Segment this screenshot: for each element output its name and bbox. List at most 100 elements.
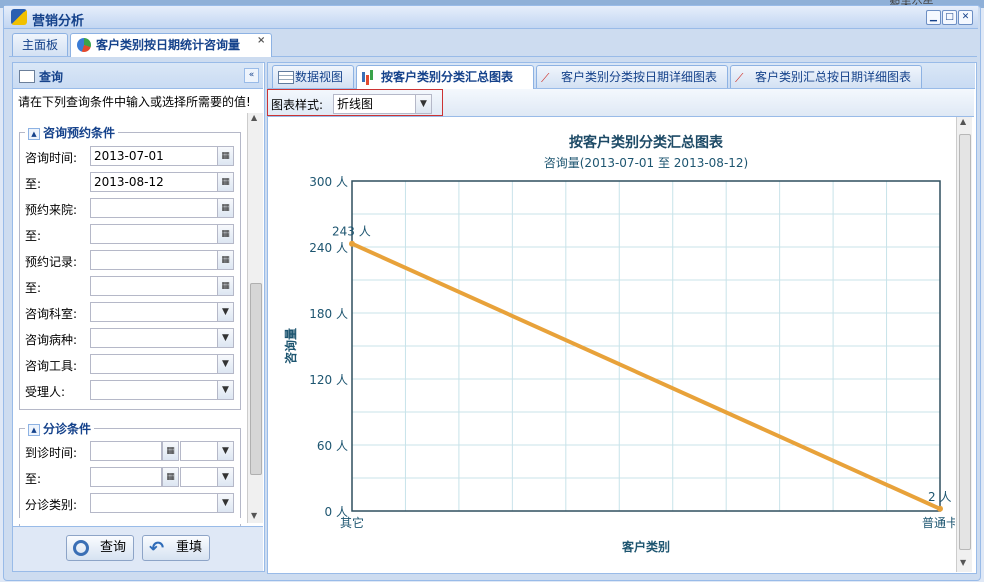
collapse-panel-icon[interactable]: « bbox=[244, 68, 259, 83]
y-axis-label: 咨询量 bbox=[283, 328, 298, 364]
chevron-down-icon[interactable]: ▼ bbox=[217, 467, 234, 487]
calendar-icon[interactable]: ▦ bbox=[217, 198, 234, 218]
date-field[interactable]: 2013-07-01 bbox=[90, 146, 218, 166]
undo-icon: ↶ bbox=[149, 538, 165, 559]
calendar-icon[interactable]: ▦ bbox=[217, 250, 234, 270]
fieldset-legend[interactable]: ▲ 分诊条件 bbox=[25, 420, 95, 437]
chevron-down-icon[interactable]: ▼ bbox=[217, 354, 234, 374]
field-label: 至: bbox=[25, 229, 42, 243]
field-label: 咨询科室: bbox=[25, 307, 78, 321]
arrive-time-date-input[interactable] bbox=[90, 441, 162, 461]
select-field[interactable] bbox=[90, 302, 218, 322]
pie-chart-icon bbox=[77, 38, 91, 52]
select-field[interactable] bbox=[90, 354, 218, 374]
scrollbar-thumb[interactable] bbox=[959, 134, 971, 550]
calendar-icon[interactable]: ▦ bbox=[217, 146, 234, 166]
query-panel-scrollbar[interactable]: ▲ ▼ bbox=[247, 113, 263, 523]
tab-data-view[interactable]: 数据视图 bbox=[272, 65, 354, 88]
calendar-icon[interactable]: ▦ bbox=[162, 467, 179, 487]
field-label: 咨询时间: bbox=[25, 151, 78, 165]
triage-type-select[interactable] bbox=[90, 493, 218, 513]
arrive-time-end-date-input[interactable] bbox=[90, 467, 162, 487]
x-axis-label: 客户类别 bbox=[621, 539, 670, 554]
chart-scrollbar[interactable]: ▲ ▼ bbox=[956, 117, 972, 572]
scroll-down-icon[interactable]: ▼ bbox=[251, 511, 257, 520]
tab-summary-date-detail-chart[interactable]: ⟋ 客户类别汇总按日期详细图表 bbox=[730, 65, 922, 88]
collapse-section-icon[interactable]: ▲ bbox=[28, 423, 40, 436]
scrollbar-thumb[interactable] bbox=[250, 283, 262, 475]
tab-main-panel[interactable]: 主面板 bbox=[12, 33, 68, 56]
field-label: 预约记录: bbox=[25, 255, 78, 269]
form-icon bbox=[19, 70, 35, 83]
y-tick-label: 120 人 bbox=[309, 373, 348, 387]
y-tick-label: 60 人 bbox=[317, 439, 348, 453]
query-button-bar bbox=[13, 526, 263, 571]
data-label: 243 人 bbox=[332, 225, 371, 239]
magnifier-icon bbox=[73, 540, 89, 556]
field-label: 至: bbox=[25, 177, 42, 191]
window-titlebar[interactable] bbox=[4, 6, 978, 29]
chevron-down-icon[interactable]: ▼ bbox=[217, 441, 234, 461]
tab-label: 主面板 bbox=[21, 38, 58, 52]
chevron-down-icon[interactable]: ▼ bbox=[217, 328, 234, 348]
scroll-down-icon[interactable]: ▼ bbox=[960, 558, 966, 567]
highlight-box bbox=[267, 89, 443, 116]
scroll-up-icon[interactable]: ▲ bbox=[960, 117, 966, 126]
triage-type-label: 分诊类别: bbox=[25, 498, 78, 512]
chart-title: 按客户类别分类汇总图表 bbox=[569, 134, 724, 151]
y-tick-label: 300 人 bbox=[309, 175, 348, 189]
collapse-section-icon[interactable]: ▲ bbox=[28, 127, 40, 140]
y-tick-label: 240 人 bbox=[309, 241, 348, 255]
reset-button[interactable]: ↶ 重填 bbox=[142, 535, 210, 561]
field-label: 咨询病种: bbox=[25, 333, 78, 347]
arrive-time-hour-input[interactable] bbox=[180, 441, 218, 461]
fieldset-legend[interactable]: ▲ 咨询预约条件 bbox=[25, 124, 119, 141]
date-field[interactable] bbox=[90, 198, 218, 218]
bar-chart-icon bbox=[362, 72, 365, 82]
field-label: 受理人: bbox=[25, 385, 66, 399]
field-label: 至: bbox=[25, 281, 42, 295]
window-title: 营销分析 bbox=[32, 14, 85, 29]
line-chart: 0 人60 人120 人180 人240 人300 人其它 普通卡243 人2 人… bbox=[269, 117, 955, 572]
maximize-icon[interactable]: □ bbox=[942, 10, 957, 25]
calendar-icon[interactable]: ▦ bbox=[162, 441, 179, 461]
data-point bbox=[349, 240, 355, 247]
tab-close-icon[interactable]: × bbox=[257, 30, 265, 52]
close-icon[interactable]: ✕ bbox=[958, 10, 973, 25]
y-tick-label: 180 人 bbox=[309, 307, 348, 321]
tab-category-date-detail-chart[interactable]: ⟋ 客户类别分类按日期详细图表 bbox=[536, 65, 728, 88]
calendar-icon[interactable]: ▦ bbox=[217, 172, 234, 192]
date-field[interactable] bbox=[90, 224, 218, 244]
field-label: 咨询工具: bbox=[25, 359, 78, 373]
date-field[interactable] bbox=[90, 250, 218, 270]
chevron-down-icon[interactable]: ▼ bbox=[217, 493, 234, 513]
x-tick-label: 普通卡 bbox=[922, 516, 955, 530]
query-panel-title: 查询 bbox=[39, 70, 64, 84]
select-field[interactable] bbox=[90, 380, 218, 400]
chart-subtitle: 咨询量(2013-07-01 至 2013-08-12) bbox=[544, 155, 748, 170]
chevron-down-icon[interactable]: ▼ bbox=[217, 380, 234, 400]
date-field[interactable]: 2013-08-12 bbox=[90, 172, 218, 192]
field-label: 预约来院: bbox=[25, 203, 78, 217]
grid-icon bbox=[278, 71, 294, 84]
tab-category-summary-chart[interactable]: 按客户类别分类汇总图表 bbox=[356, 65, 534, 89]
tab-label: 客户类别按日期统计咨询量 bbox=[96, 38, 241, 52]
arrive-time-end-hour-input[interactable] bbox=[180, 467, 218, 487]
calendar-icon[interactable]: ▦ bbox=[217, 276, 234, 296]
data-point bbox=[937, 505, 943, 512]
tab-customer-stats[interactable]: 客户类别按日期统计咨询量 × bbox=[70, 33, 272, 57]
scroll-up-icon[interactable]: ▲ bbox=[251, 113, 257, 122]
select-field[interactable] bbox=[90, 328, 218, 348]
date-field[interactable] bbox=[90, 276, 218, 296]
line-chart-icon: ⟋ bbox=[735, 71, 744, 85]
calendar-icon[interactable]: ▦ bbox=[217, 224, 234, 244]
x-tick-label: 其它 bbox=[340, 515, 364, 530]
app-logo-icon bbox=[11, 9, 27, 25]
data-label: 2 人 bbox=[928, 490, 951, 504]
query-panel-header: 查询 bbox=[13, 63, 263, 89]
query-button[interactable]: 查询 bbox=[66, 535, 134, 561]
arrive-time-end-label: 至: bbox=[25, 472, 42, 486]
minimize-icon[interactable]: ▁ bbox=[926, 10, 941, 25]
chevron-down-icon[interactable]: ▼ bbox=[217, 302, 234, 322]
query-hint: 请在下列查询条件中输入或选择所需要的值! bbox=[18, 95, 251, 109]
